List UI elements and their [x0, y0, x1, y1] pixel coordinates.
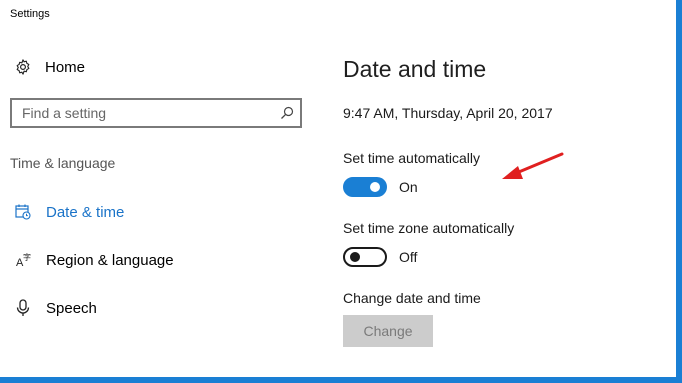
sidebar-home[interactable]: Home: [14, 58, 85, 76]
toggle-state-label: On: [399, 179, 418, 195]
toggle-state-label: Off: [399, 249, 418, 265]
set-timezone-auto-row: Off: [343, 247, 417, 267]
toggle-knob: [370, 182, 380, 192]
search-input[interactable]: [22, 104, 272, 122]
set-time-auto-toggle[interactable]: [343, 177, 387, 197]
annotation-arrow-icon: [502, 152, 564, 179]
toggle-knob: [350, 252, 360, 262]
svg-text:字: 字: [23, 252, 31, 262]
region-language-icon: A 字: [14, 252, 32, 268]
window-title: Settings: [10, 8, 50, 20]
sidebar-item-speech[interactable]: Speech: [14, 296, 97, 320]
sidebar-item-region-language[interactable]: A 字 Region & language: [14, 248, 174, 272]
set-timezone-auto-toggle[interactable]: [343, 247, 387, 267]
settings-window: Settings Home Time & language: [0, 0, 682, 383]
current-datetime: 9:47 AM, Thursday, April 20, 2017: [343, 105, 553, 121]
set-time-auto-label: Set time automatically: [343, 150, 480, 166]
search-icon[interactable]: [280, 106, 294, 125]
search-box[interactable]: [10, 98, 302, 128]
page-title: Date and time: [343, 56, 487, 82]
section-heading: Time & language: [10, 155, 116, 171]
change-button[interactable]: Change: [343, 315, 433, 347]
gear-icon: [14, 58, 32, 76]
calendar-clock-icon: [14, 204, 32, 220]
sidebar-item-label: Region & language: [46, 251, 174, 269]
set-timezone-auto-label: Set time zone automatically: [343, 220, 515, 236]
set-time-auto-row: On: [343, 177, 418, 197]
sidebar-item-label: Date & time: [46, 203, 125, 221]
change-datetime-label: Change date and time: [343, 290, 481, 306]
microphone-icon: [14, 299, 32, 317]
sidebar-item-date-time[interactable]: Date & time: [14, 200, 124, 224]
sidebar-item-label: Speech: [46, 299, 97, 317]
home-label: Home: [45, 58, 86, 76]
